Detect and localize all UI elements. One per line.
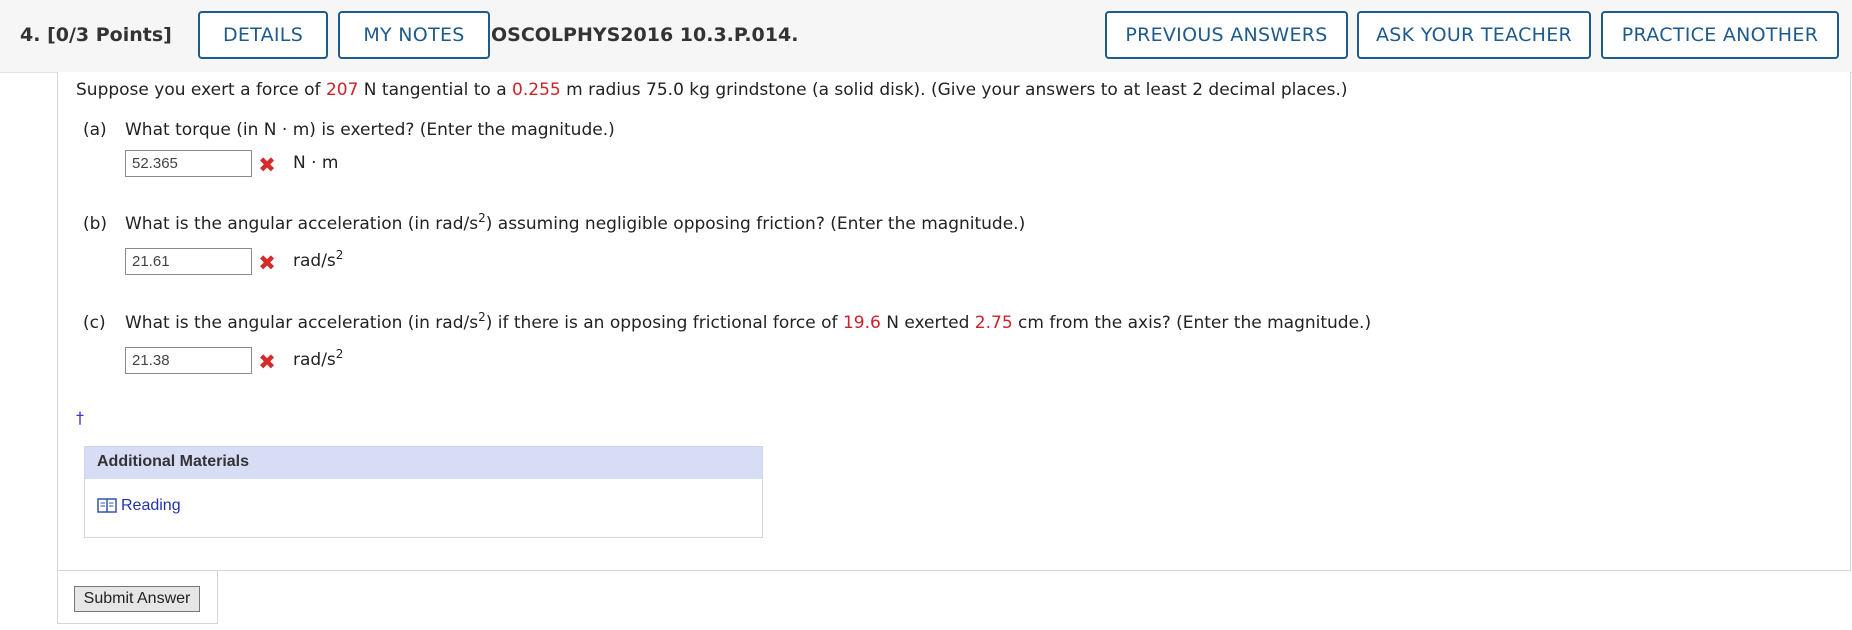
intro-text: Suppose you exert a force of	[76, 80, 326, 100]
friction-value: 19.6	[842, 313, 881, 333]
part-b-unit-text: rad/s	[293, 251, 336, 271]
part-c-answer-input[interactable]: 21.38	[125, 347, 252, 374]
reading-link[interactable]: Reading	[97, 497, 181, 515]
part-a-text: What torque (in N · m) is exerted? (Ente…	[125, 120, 615, 140]
ask-your-teacher-button[interactable]: ASK YOUR TEACHER	[1357, 11, 1591, 59]
additional-materials-box: Additional Materials Reading	[84, 446, 763, 538]
force-value: 207	[325, 80, 359, 100]
question-id: OSCOLPHYS2016 10.3.P.014.	[491, 24, 799, 46]
part-b-text-end: ) assuming negligible opposing friction?…	[485, 214, 1026, 234]
part-c-letter: (c)	[83, 313, 106, 333]
submit-answer-button[interactable]: Submit Answer	[74, 586, 200, 612]
radius-value: 0.255	[512, 80, 561, 100]
question-number: 4.	[20, 24, 41, 46]
part-a-unit: N · m	[293, 153, 339, 173]
part-a-question: (a) What torque (in N · m) is exerted? (E…	[83, 120, 615, 140]
my-notes-button[interactable]: MY NOTES	[338, 11, 490, 59]
part-b-sup: 2	[478, 211, 486, 225]
question-title: 4. [0/3 Points]	[20, 24, 172, 46]
dagger-link[interactable]: †	[76, 408, 84, 427]
part-c-text-end: cm from the axis? (Enter the magnitude.)	[1012, 313, 1372, 333]
question-points: [0/3 Points]	[47, 24, 172, 46]
practice-another-button[interactable]: PRACTICE ANOTHER	[1601, 11, 1839, 59]
part-b-unit-sup: 2	[335, 248, 344, 262]
part-a-letter: (a)	[83, 120, 107, 140]
book-icon	[97, 498, 117, 513]
part-a-answer-input[interactable]: 52.365	[125, 150, 252, 177]
part-b-answer-input[interactable]: 21.61	[125, 248, 252, 275]
intro-text: m radius 75.0 kg grindstone (a solid dis…	[560, 80, 1348, 100]
part-c-text: What is the angular acceleration (in rad…	[125, 313, 479, 333]
distance-value: 2.75	[974, 313, 1013, 333]
part-c-unit-text: rad/s	[293, 350, 336, 370]
part-b-letter: (b)	[83, 214, 108, 234]
part-c-text-mid: ) if there is an opposing frictional for…	[485, 313, 843, 333]
part-c-unit-sup: 2	[335, 347, 344, 361]
question-header: 4. [0/3 Points] DETAILS MY NOTES OSCOLPH…	[0, 0, 1852, 73]
reading-label: Reading	[121, 497, 181, 514]
part-c-text-mid2: N exerted	[880, 313, 975, 333]
part-c-unit: rad/s2	[293, 347, 344, 370]
question-intro: Suppose you exert a force of 207 N tange…	[76, 80, 1347, 100]
previous-answers-button[interactable]: PREVIOUS ANSWERS	[1105, 11, 1348, 59]
x-mark-icon: ✖	[258, 153, 276, 177]
details-button[interactable]: DETAILS	[198, 11, 328, 59]
part-b-question: (b) What is the angular acceleration (in …	[83, 211, 1026, 234]
x-mark-icon: ✖	[258, 350, 276, 374]
intro-text: N tangential to a	[358, 80, 513, 100]
part-b-text: What is the angular acceleration (in rad…	[125, 214, 479, 234]
part-c-question: (c) What is the angular acceleration (in …	[83, 310, 1372, 333]
part-c-sup: 2	[478, 310, 486, 324]
additional-materials-title: Additional Materials	[85, 447, 762, 479]
part-b-unit: rad/s2	[293, 248, 344, 271]
x-mark-icon: ✖	[258, 251, 276, 275]
